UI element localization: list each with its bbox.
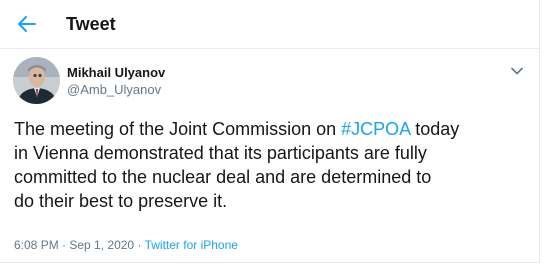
tweet-frame: Tweet Mikhail Ulyanov @Amb_Ulyanov The m…	[0, 0, 540, 263]
header-bar: Tweet	[0, 0, 540, 49]
author-handle[interactable]: @Amb_Ulyanov	[67, 82, 161, 97]
tweet-line-2: in Vienna demonstrated that its particip…	[14, 143, 427, 163]
meta-separator: ·	[58, 238, 70, 252]
avatar[interactable]	[13, 57, 60, 104]
page-title: Tweet	[66, 14, 116, 34]
tweet-time: 6:08 PM	[14, 238, 59, 252]
chevron-down-icon	[511, 67, 523, 75]
tweet-text-segment: today	[410, 119, 460, 139]
arrow-left-icon	[18, 16, 36, 32]
tweet-text: The meeting of the Joint Commission on #…	[14, 117, 534, 213]
tweet-line-1: The meeting of the Joint Commission on #…	[14, 117, 534, 141]
meta-separator: ·	[134, 238, 145, 252]
tweet-text-segment: The meeting of the Joint Commission on	[14, 119, 342, 139]
tweet-line-4: do their best to preserve it.	[14, 191, 228, 211]
hashtag-link[interactable]: #JCPOA	[341, 119, 410, 139]
tweet-line-3: committed to the nuclear deal and are de…	[14, 167, 432, 187]
tweet-metadata: 6:08 PM · Sep 1, 2020 · Twitter for iPho…	[14, 238, 238, 252]
more-options-button[interactable]	[508, 62, 526, 80]
back-button[interactable]	[12, 9, 42, 39]
tweet-date: Sep 1, 2020	[69, 238, 135, 252]
tweet-source-link[interactable]: Twitter for iPhone	[145, 238, 238, 252]
profile-photo	[13, 57, 60, 104]
author-name[interactable]: Mikhail Ulyanov	[67, 65, 165, 80]
